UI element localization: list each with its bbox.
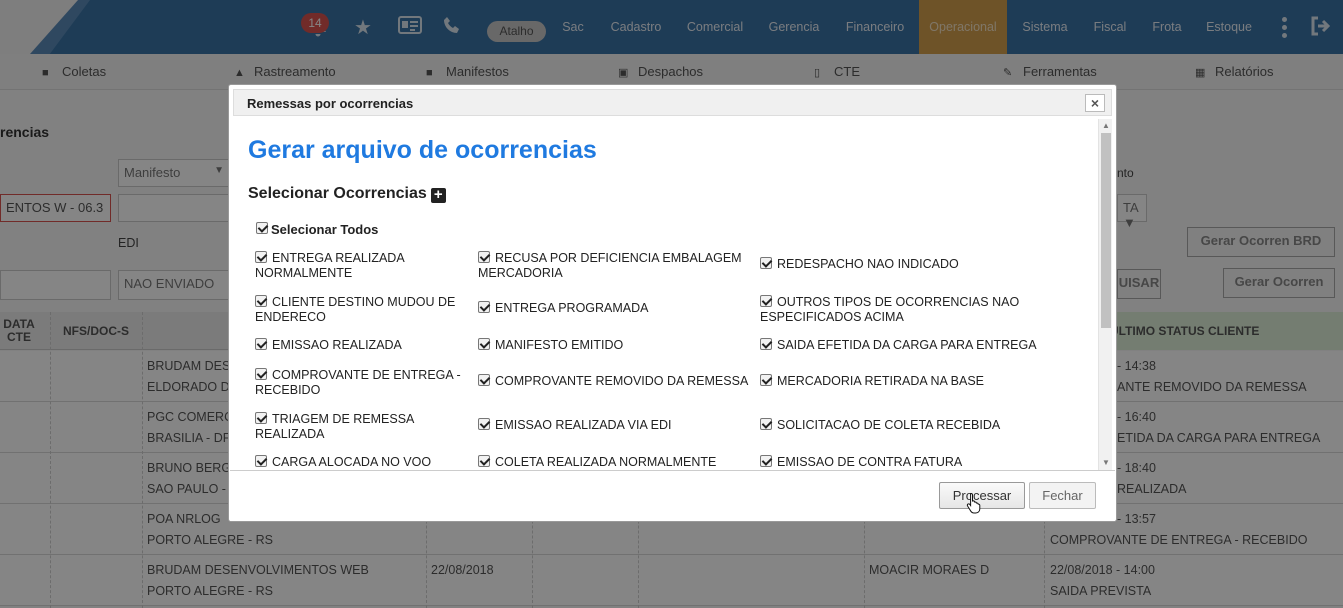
option-checkbox[interactable]: CARGA ALOCADA NO VOO [255,455,485,469]
modal-footer: Processar Fechar [230,470,1115,521]
hand-cursor-icon [966,492,982,514]
remessas-modal: Remessas por ocorrencias × Gerar arquivo… [228,84,1117,522]
option-checkbox[interactable]: MERCADORIA RETIRADA NA BASE [760,374,1060,389]
option-checkbox[interactable]: REDESPACHO NAO INDICADO [760,257,1060,272]
processar-button[interactable]: Processar [939,482,1025,509]
option-checkbox[interactable]: CLIENTE DESTINO MUDOU DE ENDERECO [255,295,485,325]
option-checkbox[interactable]: ENTREGA REALIZADA NORMALMENTE [255,251,485,281]
option-checkbox[interactable]: OUTROS TIPOS DE OCORRENCIAS NAO ESPECIFI… [760,295,1060,325]
fechar-button[interactable]: Fechar [1029,482,1096,509]
option-checkbox[interactable]: MANIFESTO EMITIDO [478,338,748,353]
checkbox-checked[interactable] [256,222,268,234]
option-checkbox[interactable]: EMISSAO REALIZADA VIA EDI [478,418,748,433]
modal-heading: Gerar arquivo de ocorrencias [248,136,597,164]
close-icon[interactable]: × [1085,94,1105,112]
option-checkbox[interactable]: ENTREGA PROGRAMADA [478,301,748,316]
option-checkbox[interactable]: COLETA REALIZADA NORMALMENTE [478,455,748,469]
scroll-thumb[interactable] [1101,133,1111,328]
modal-title: Remessas por ocorrencias [247,96,414,111]
scroll-up-icon[interactable]: ▲ [1102,121,1110,131]
option-checkbox[interactable]: SAIDA EFETIDA DA CARGA PARA ENTREGA [760,338,1060,353]
modal-scrollbar[interactable]: ▲ ▼ [1098,119,1112,470]
option-checkbox[interactable]: COMPROVANTE DE ENTREGA - RECEBIDO [255,368,485,398]
modal-header[interactable]: Remessas por ocorrencias × [233,89,1112,116]
option-checkbox[interactable]: COMPROVANTE REMOVIDO DA REMESSA [478,374,758,389]
option-checkbox[interactable]: SOLICITACAO DE COLETA RECEBIDA [760,418,1060,433]
option-checkbox[interactable]: EMISSAO REALIZADA [255,338,485,353]
section-label: Selecionar Ocorrencias + [248,185,446,203]
modal-body: Gerar arquivo de ocorrencias Selecionar … [230,119,1098,469]
scroll-down-icon[interactable]: ▼ [1102,458,1110,468]
option-checkbox[interactable]: TRIAGEM DE REMESSA REALIZADA [255,412,445,442]
option-checkbox[interactable]: RECUSA POR DEFICIENCIA EMBALAGEM MERCADO… [478,251,748,281]
select-all-checkbox[interactable]: Selecionar Todos [256,222,378,237]
plus-icon[interactable]: + [430,187,446,203]
option-checkbox[interactable]: EMISSAO DE CONTRA FATURA [760,455,1060,469]
